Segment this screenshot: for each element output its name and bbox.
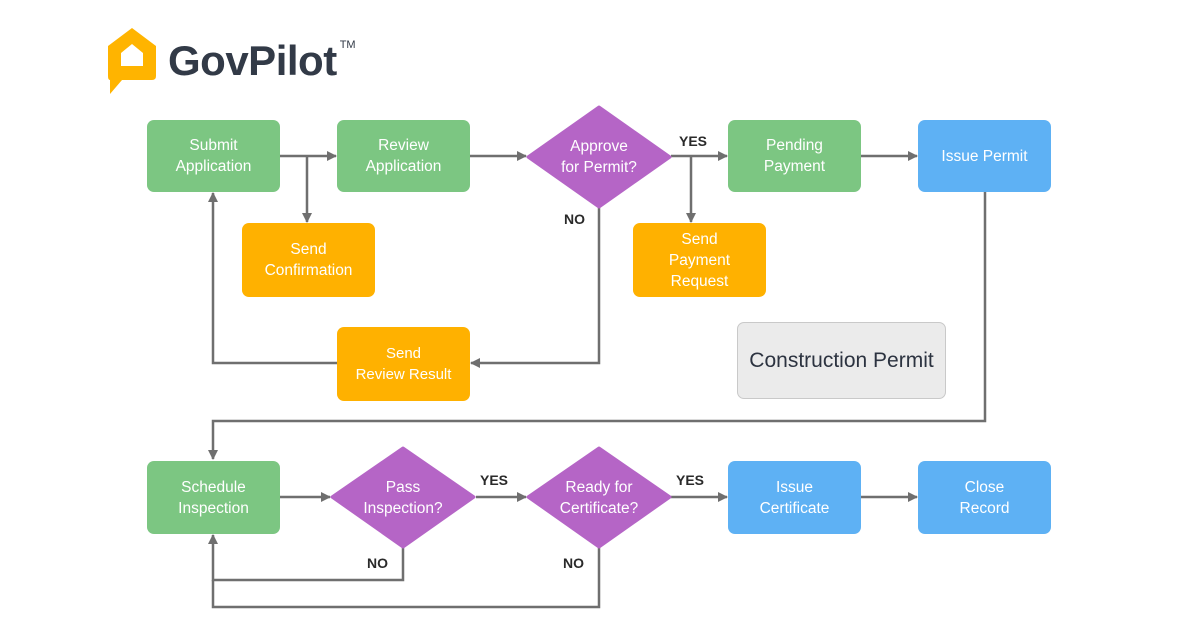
edge-label-approve-no: NO <box>564 211 585 227</box>
node-schedule-inspection: Schedule Inspection <box>147 461 280 534</box>
node-pending-payment: Pending Payment <box>728 120 861 192</box>
node-issue-certificate: Issue Certificate <box>728 461 861 534</box>
edge-ready-no-schedule <box>211 548 601 609</box>
node-send-payment-request: Send Payment Request <box>633 223 766 297</box>
edge-label-ready-no: NO <box>563 555 584 571</box>
node-submit-application: Submit Application <box>147 120 280 192</box>
node-ready-for-certificate: Ready for Certificate? <box>526 446 672 549</box>
node-send-confirmation: Send Confirmation <box>242 223 375 297</box>
node-issue-permit: Issue Permit <box>918 120 1051 192</box>
node-approve-for-permit: Approve for Permit? <box>526 105 672 209</box>
edge-label-pass-no: NO <box>367 555 388 571</box>
node-label: Approve for Permit? <box>561 138 637 176</box>
node-pass-inspection: Pass Inspection? <box>330 446 476 549</box>
node-label: Ready for Certificate? <box>559 478 639 517</box>
edge-label-pass-yes: YES <box>480 472 509 488</box>
node-close-record: Close Record <box>918 461 1051 534</box>
edge-label-ready-yes: YES <box>676 472 705 488</box>
node-send-review-result: Send Review Result <box>337 327 470 401</box>
node-review-application: Review Application <box>337 120 470 192</box>
edge-label-approve-yes: YES <box>679 133 708 149</box>
diagram-title-box: Construction Permit <box>737 322 946 399</box>
node-label: Pass Inspection? <box>363 478 443 517</box>
edge-approve-no-review-result <box>470 208 601 368</box>
